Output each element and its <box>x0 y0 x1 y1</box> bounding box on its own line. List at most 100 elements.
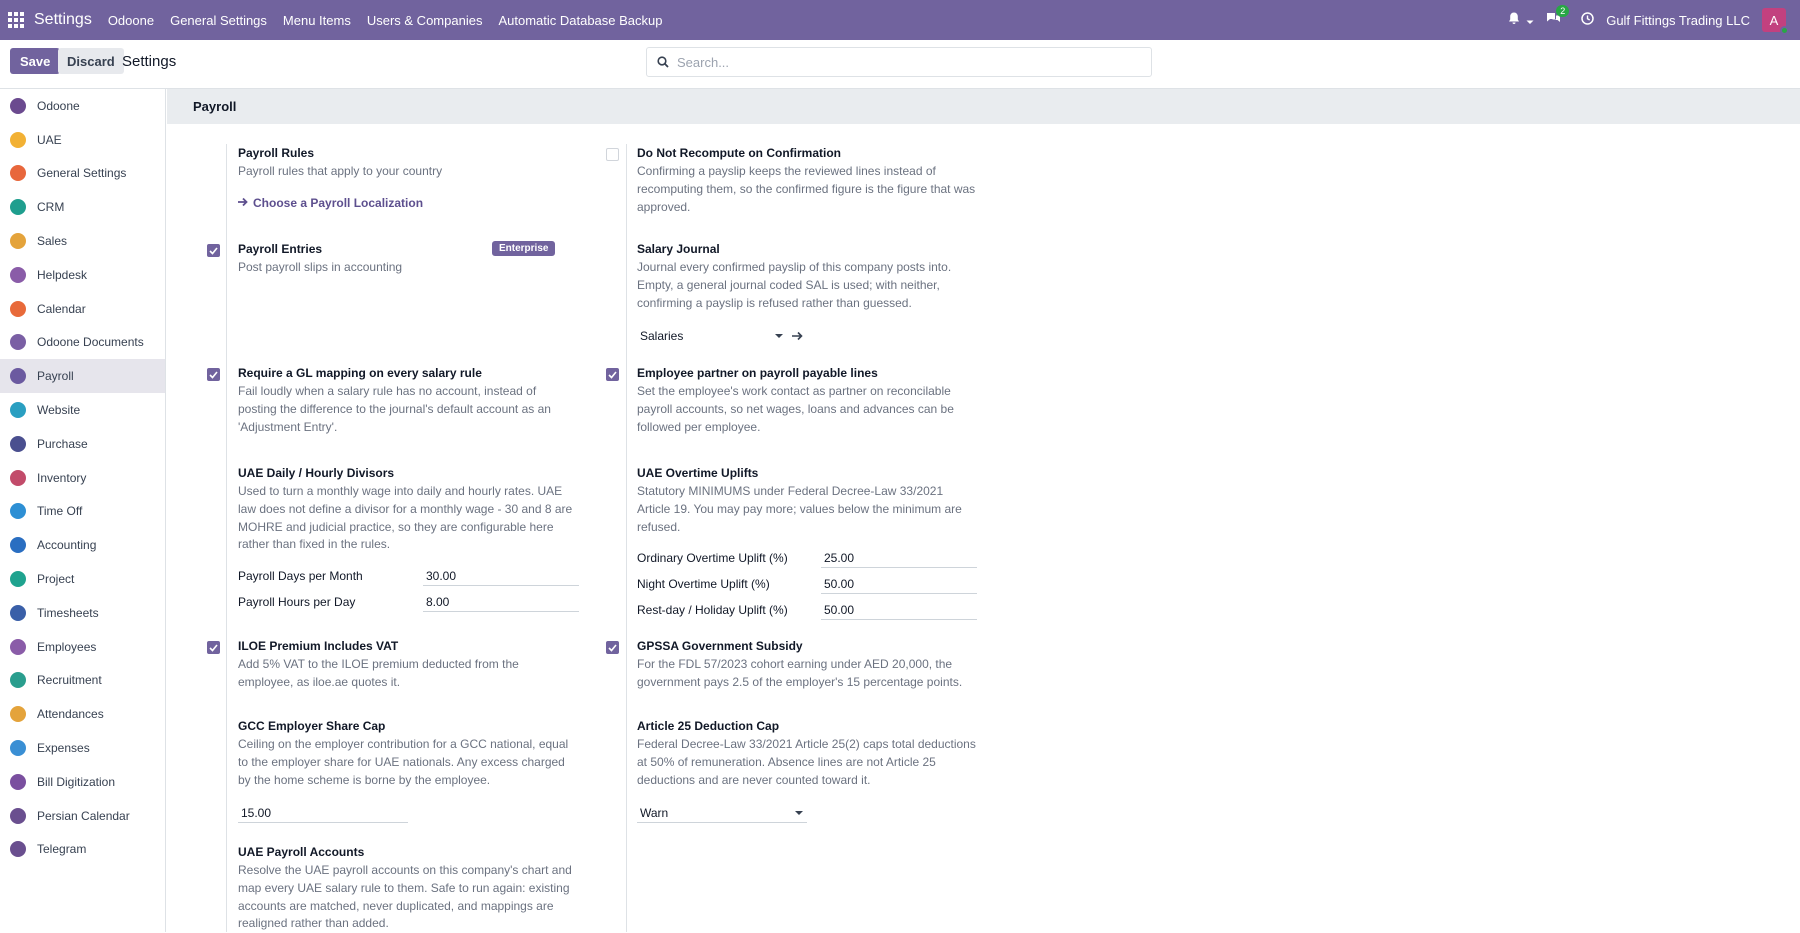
bell-icon[interactable] <box>1508 12 1520 28</box>
gl-mapping-checkbox[interactable] <box>207 368 220 381</box>
sidebar-item-odoone[interactable]: Odoone <box>0 89 165 123</box>
app-brand[interactable]: Settings <box>34 11 92 29</box>
sidebar-item-crm[interactable]: CRM <box>0 190 165 224</box>
employee-partner-desc: Set the employee's work contact as partn… <box>637 384 954 434</box>
search-input[interactable] <box>677 54 1117 70</box>
sidebar-item-persian-calendar[interactable]: Persian Calendar <box>0 799 165 833</box>
sidebar-item-odoone-documents[interactable]: Odoone Documents <box>0 326 165 360</box>
sidebar-item-bill-digitization[interactable]: Bill Digitization <box>0 765 165 799</box>
chat-icon[interactable]: 2 <box>1546 5 1570 28</box>
ordinary-overtime-label: Ordinary Overtime Uplift (%) <box>637 551 788 565</box>
sidebar-item-label: General Settings <box>37 166 127 181</box>
sidebar-item-label: Odoone Documents <box>37 335 144 350</box>
website-icon <box>10 402 26 419</box>
timesheets-icon <box>10 604 26 621</box>
sidebar-item-time-off[interactable]: Time Off <box>0 495 165 529</box>
payroll-hours-input[interactable]: 8.00 <box>423 592 579 612</box>
sidebar-item-website[interactable]: Website <box>0 393 165 427</box>
sidebar-item-label: Project <box>37 572 75 587</box>
salary-journal-desc: Journal every confirmed payslip of this … <box>637 260 952 310</box>
setting-do-not-recompute: Do Not Recompute on Confirmation Confirm… <box>637 145 977 216</box>
overtime-desc: Statutory MINIMUMS under Federal Decree-… <box>637 484 962 534</box>
search-bar[interactable] <box>646 47 1152 77</box>
sidebar-item-label: Employees <box>37 639 97 654</box>
gcc-cap-desc: Ceiling on the employer contribution for… <box>238 737 569 787</box>
rest-day-uplift-input[interactable]: 50.00 <box>821 600 977 620</box>
sidebar-item-purchase[interactable]: Purchase <box>0 427 165 461</box>
sidebar-item-attendances[interactable]: Attendances <box>0 697 165 731</box>
sidebar-item-payroll[interactable]: Payroll <box>0 359 165 394</box>
sidebar-item-label: Time Off <box>37 504 83 519</box>
menu-odoone[interactable]: Odoone <box>108 13 154 28</box>
payroll-rules-desc: Payroll rules that apply to your country <box>238 164 443 178</box>
setting-overtime: UAE Overtime Uplifts Statutory MINIMUMS … <box>637 465 977 536</box>
gcc-cap-input[interactable]: 15.00 <box>238 803 408 823</box>
night-overtime-input[interactable]: 50.00 <box>821 574 977 594</box>
payroll-accounts-desc: Resolve the UAE payroll accounts on this… <box>238 863 572 931</box>
sidebar-item-employees[interactable]: Employees <box>0 630 165 664</box>
attendances-icon <box>10 706 26 723</box>
checkmark-icon <box>209 643 218 652</box>
online-status-dot <box>1780 26 1789 35</box>
gl-mapping-desc: Fail loudly when a salary rule has no ac… <box>238 384 551 434</box>
chevron-down-icon[interactable] <box>1526 13 1534 28</box>
avatar-letter: A <box>1769 12 1779 28</box>
sidebar-item-recruitment[interactable]: Recruitment <box>0 664 165 698</box>
sidebar-item-helpdesk[interactable]: Helpdesk <box>0 258 165 292</box>
ordinary-overtime-input[interactable]: 25.00 <box>821 548 977 568</box>
sidebar-item-expenses[interactable]: Expenses <box>0 731 165 765</box>
article25-select[interactable]: Warn <box>637 803 807 823</box>
page-title: Settings <box>122 53 177 70</box>
rest-day-uplift-label: Rest-day / Holiday Uplift (%) <box>637 603 788 617</box>
company-switcher[interactable]: Gulf Fittings Trading LLC <box>1606 13 1750 28</box>
sidebar-item-label: Attendances <box>37 707 104 722</box>
payroll-entries-checkbox[interactable] <box>207 244 220 257</box>
menu-menu-items[interactable]: Menu Items <box>283 13 351 28</box>
clock-icon[interactable] <box>1581 12 1594 28</box>
iloe-vat-desc: Add 5% VAT to the ILOE premium deducted … <box>238 657 519 689</box>
salary-journal-select[interactable]: Salaries <box>637 326 787 346</box>
menu-general-settings[interactable]: General Settings <box>170 13 267 28</box>
menu-users-companies[interactable]: Users & Companies <box>367 13 483 28</box>
sidebar-item-telegram[interactable]: Telegram <box>0 833 165 867</box>
payroll-days-label: Payroll Days per Month <box>238 569 363 583</box>
sidebar-item-uae[interactable]: UAE <box>0 123 165 157</box>
choose-localization-link[interactable]: Choose a Payroll Localization <box>238 196 423 210</box>
do-not-recompute-checkbox[interactable] <box>606 148 619 161</box>
article25-title: Article 25 Deduction Cap <box>637 719 780 733</box>
sidebar-item-calendar[interactable]: Calendar <box>0 292 165 326</box>
crm-icon <box>10 199 26 216</box>
payroll-accounts-title: UAE Payroll Accounts <box>238 845 365 859</box>
bill-digitization-icon <box>10 773 26 790</box>
project-icon <box>10 571 26 588</box>
inventory-icon <box>10 469 26 486</box>
sidebar-item-sales[interactable]: Sales <box>0 224 165 258</box>
sidebar-item-accounting[interactable]: Accounting <box>0 528 165 562</box>
sidebar-item-general-settings[interactable]: General Settings <box>0 157 165 191</box>
menu-automatic-database-backup[interactable]: Automatic Database Backup <box>498 13 662 28</box>
external-link-arrow-icon[interactable] <box>792 329 804 344</box>
gpssa-subsidy-desc: For the FDL 57/2023 cohort earning under… <box>637 657 963 689</box>
app-grid-icon[interactable] <box>8 12 24 28</box>
night-overtime-label: Night Overtime Uplift (%) <box>637 577 770 591</box>
setting-gl-mapping: Require a GL mapping on every salary rul… <box>238 365 578 436</box>
save-button[interactable]: Save <box>10 48 61 74</box>
employee-partner-checkbox[interactable] <box>606 368 619 381</box>
payroll-rules-title: Payroll Rules <box>238 146 315 160</box>
checkmark-icon <box>209 370 218 379</box>
article25-desc: Federal Decree-Law 33/2021 Article 25(2)… <box>637 737 976 787</box>
sidebar-item-inventory[interactable]: Inventory <box>0 461 165 495</box>
chevron-down-icon <box>775 334 783 338</box>
sidebar-item-project[interactable]: Project <box>0 562 165 596</box>
discard-button[interactable]: Discard <box>58 48 124 74</box>
salary-journal-title: Salary Journal <box>637 242 720 256</box>
iloe-vat-checkbox[interactable] <box>207 641 220 654</box>
sidebar-item-label: Inventory <box>37 470 87 485</box>
search-icon <box>657 56 669 68</box>
sidebar-item-timesheets[interactable]: Timesheets <box>0 596 165 630</box>
user-avatar[interactable]: A <box>1762 8 1789 35</box>
do-not-recompute-title: Do Not Recompute on Confirmation <box>637 146 841 160</box>
gpssa-subsidy-checkbox[interactable] <box>606 641 619 654</box>
payroll-days-input[interactable]: 30.00 <box>423 566 579 586</box>
setting-payroll-entries: Payroll Entries Post payroll slips in ac… <box>238 241 638 277</box>
